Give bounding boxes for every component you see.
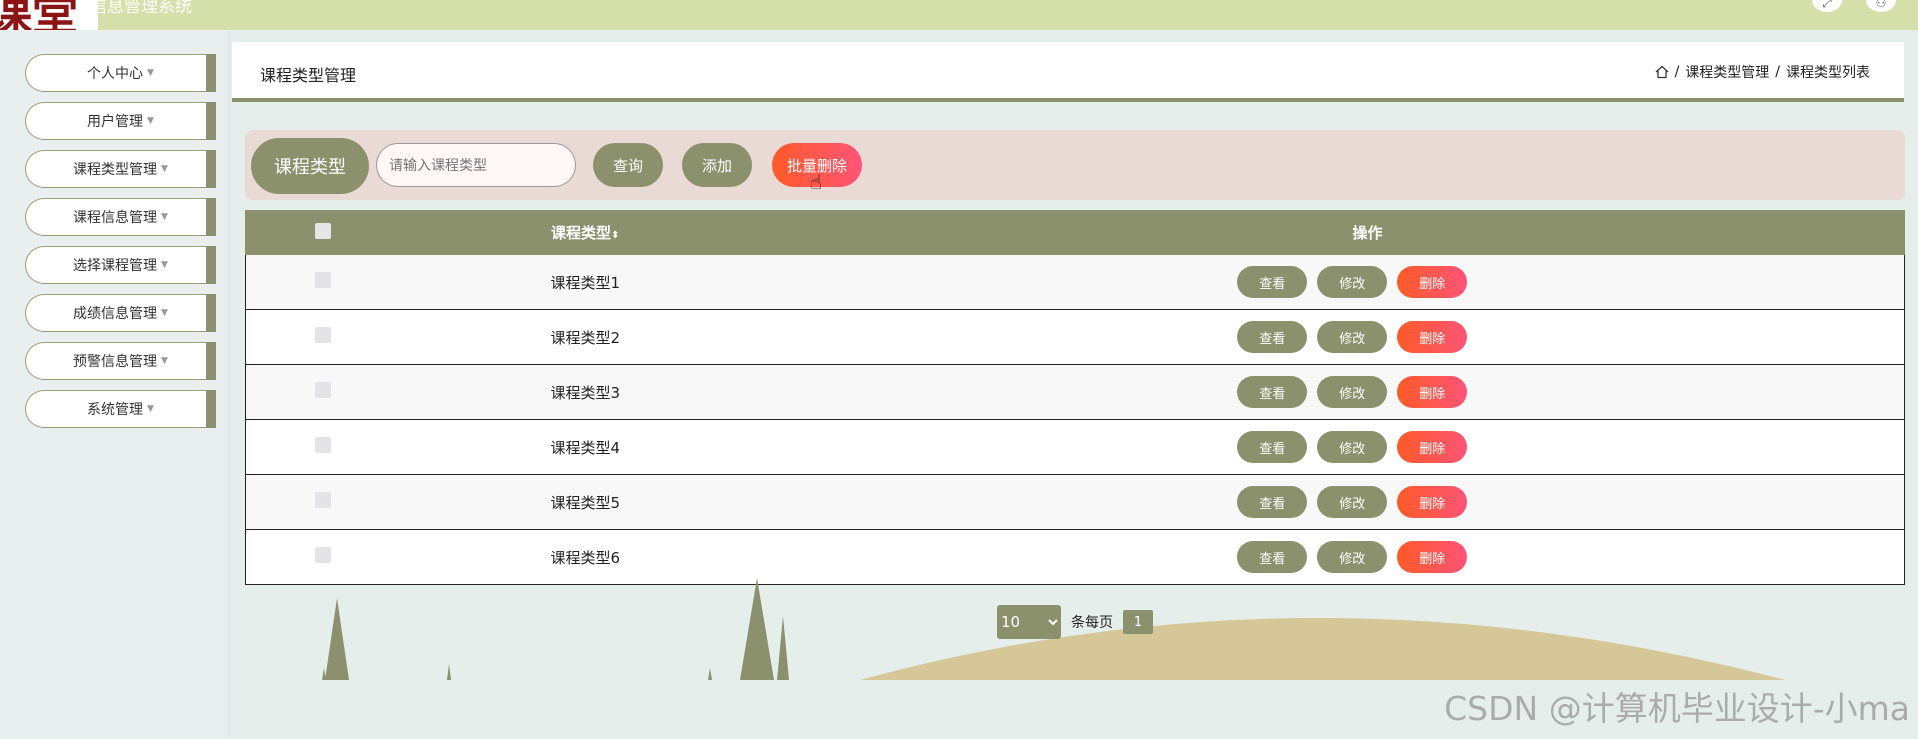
delete-button[interactable]: 删除: [1397, 321, 1468, 353]
caret-down-icon: ▼: [147, 404, 154, 414]
table-row: 课程类型2 查看 修改 删除: [245, 309, 1905, 365]
sidebar-item-label: 课程信息管理: [73, 210, 158, 226]
sidebar-item-user-management[interactable]: 用户管理 ▼: [25, 102, 216, 140]
add-button[interactable]: 添加: [682, 143, 752, 187]
row-checkbox[interactable]: [315, 272, 332, 288]
sidebar-item-label: 预警信息管理: [73, 354, 158, 370]
sidebar-item-label: 系统管理: [87, 402, 144, 418]
course-type-cell: 课程类型2: [400, 309, 831, 365]
breadcrumb: / 课程类型管理 / 课程类型列表: [1655, 62, 1870, 82]
sidebar-item-course-selection-management[interactable]: 选择课程管理 ▼: [25, 246, 216, 284]
sidebar-item-system-management[interactable]: 系统管理 ▼: [25, 390, 216, 428]
search-label: 课程类型: [251, 138, 369, 194]
row-checkbox[interactable]: [315, 437, 332, 453]
top-bar: 课堂 信息管理系统 ⤢ ⚇: [0, 0, 1918, 38]
edit-button[interactable]: 修改: [1317, 376, 1388, 408]
edit-button[interactable]: 修改: [1317, 541, 1388, 573]
sidebar-item-course-info-management[interactable]: 课程信息管理 ▼: [25, 198, 216, 236]
sidebar-item-label: 成绩信息管理: [73, 306, 158, 322]
caret-down-icon: ▼: [161, 308, 168, 318]
table-row: 课程类型1 查看 修改 删除: [245, 254, 1905, 310]
caret-down-icon: ▼: [147, 68, 154, 78]
user-icon[interactable]: ⚇: [1866, 0, 1896, 12]
select-all-checkbox[interactable]: [315, 222, 331, 239]
caret-down-icon: ▼: [161, 260, 168, 270]
delete-button[interactable]: 删除: [1397, 541, 1468, 573]
course-type-cell: 课程类型5: [400, 474, 831, 530]
caret-down-icon: ▼: [161, 164, 168, 174]
view-button[interactable]: 查看: [1237, 266, 1308, 298]
page-size-select[interactable]: 10: [997, 605, 1061, 639]
sidebar-item-label: 个人中心: [87, 66, 144, 82]
row-checkbox[interactable]: [315, 382, 332, 398]
edit-button[interactable]: 修改: [1317, 431, 1388, 463]
sidebar-item-label: 选择课程管理: [73, 258, 158, 274]
sidebar-item-label: 课程类型管理: [73, 162, 158, 178]
sidebar: 个人中心 ▼ 用户管理 ▼ 课程类型管理 ▼ 课程信息管理 ▼ 选择课程管理 ▼…: [0, 30, 230, 739]
sidebar-item-grade-info-management[interactable]: 成绩信息管理 ▼: [25, 294, 216, 332]
home-icon[interactable]: [1655, 65, 1669, 79]
page-header: 课程类型管理 / 课程类型管理 / 课程类型列表: [232, 42, 1904, 102]
watermark: CSDN @计算机毕业设计-小ma: [1444, 689, 1910, 728]
pagination: 10 条每页 1: [997, 605, 1153, 639]
breadcrumb-item-current: 课程类型列表: [1786, 65, 1870, 81]
row-checkbox[interactable]: [315, 327, 332, 343]
page-title: 课程类型管理: [260, 66, 357, 85]
course-type-cell: 课程类型1: [400, 254, 831, 310]
sidebar-item-warning-info-management[interactable]: 预警信息管理 ▼: [25, 342, 216, 380]
query-button[interactable]: 查询: [593, 143, 663, 187]
delete-button[interactable]: 删除: [1397, 376, 1468, 408]
view-button[interactable]: 查看: [1237, 486, 1308, 518]
table-row: 课程类型5 查看 修改 删除: [245, 474, 1905, 530]
breadcrumb-item[interactable]: 课程类型管理: [1685, 62, 1769, 82]
caret-down-icon: ▼: [161, 212, 168, 222]
course-type-cell: 课程类型3: [400, 364, 831, 420]
view-button[interactable]: 查看: [1237, 431, 1308, 463]
select-all-cell: [245, 210, 401, 255]
search-bar: 课程类型 查询 添加 批量删除: [245, 130, 1905, 200]
caret-down-icon: ▼: [147, 116, 154, 126]
view-button[interactable]: 查看: [1237, 541, 1308, 573]
table-row: 课程类型4 查看 修改 删除: [245, 419, 1905, 475]
sort-icon[interactable]: ⬍: [611, 230, 619, 241]
edit-button[interactable]: 修改: [1317, 486, 1388, 518]
sidebar-item-label: 用户管理: [87, 114, 144, 130]
data-table: 课程类型⬍ 操作 课程类型1 查看 修改 删除 课程类型2 查看 修改 删除 课…: [245, 210, 1905, 585]
fullscreen-icon[interactable]: ⤢: [1812, 0, 1842, 12]
sidebar-item-personal-center[interactable]: 个人中心 ▼: [25, 54, 216, 92]
edit-button[interactable]: 修改: [1317, 266, 1388, 298]
column-header-ops: 操作: [830, 210, 1905, 255]
edit-button[interactable]: 修改: [1317, 321, 1388, 353]
view-button[interactable]: 查看: [1237, 376, 1308, 408]
search-input[interactable]: [376, 143, 576, 187]
caret-down-icon: ▼: [161, 356, 168, 366]
per-page-label: 条每页: [1071, 615, 1113, 631]
delete-button[interactable]: 删除: [1397, 431, 1468, 463]
table-header-row: 课程类型⬍ 操作: [245, 210, 1905, 255]
table-row: 课程类型3 查看 修改 删除: [245, 364, 1905, 420]
view-button[interactable]: 查看: [1237, 321, 1308, 353]
row-checkbox[interactable]: [315, 547, 332, 563]
app-title: 信息管理系统: [90, 0, 192, 17]
page-number-button[interactable]: 1: [1123, 610, 1153, 634]
delete-button[interactable]: 删除: [1397, 266, 1468, 298]
delete-button[interactable]: 删除: [1397, 486, 1468, 518]
course-type-cell: 课程类型4: [400, 419, 831, 475]
row-checkbox[interactable]: [315, 492, 332, 508]
sidebar-item-course-type-management[interactable]: 课程类型管理 ▼: [25, 150, 216, 188]
column-header-type[interactable]: 课程类型⬍: [400, 210, 831, 255]
hand-cursor-icon: ☝: [810, 170, 823, 194]
